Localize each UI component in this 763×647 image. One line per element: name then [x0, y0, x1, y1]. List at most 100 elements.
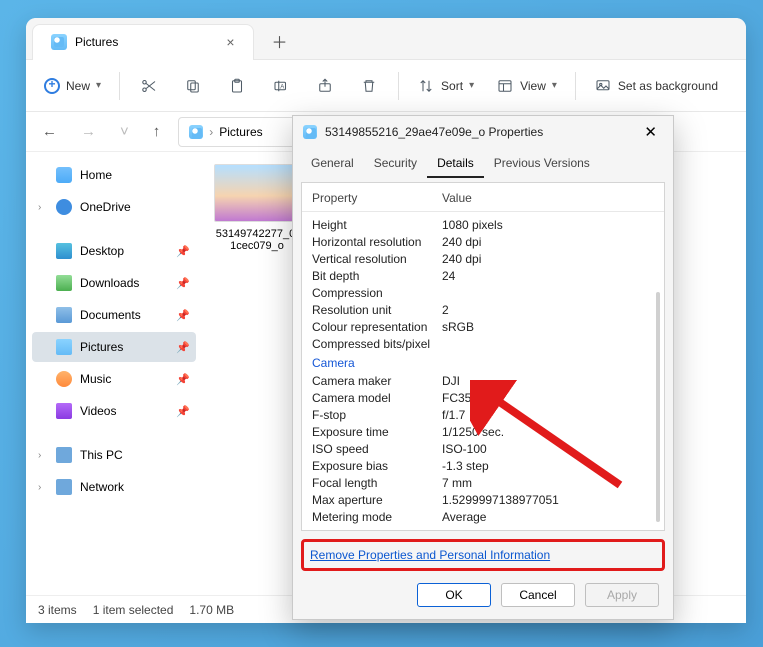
- rename-button[interactable]: A: [262, 69, 300, 103]
- status-size: 1.70 MB: [189, 603, 234, 617]
- cancel-button[interactable]: Cancel: [501, 583, 575, 607]
- prop-row: F-stopf/1.7: [312, 406, 660, 423]
- sidebar-item-onedrive[interactable]: ›OneDrive: [32, 192, 196, 222]
- background-icon: [594, 77, 612, 95]
- sidebar-item-music[interactable]: Music📌: [32, 364, 196, 394]
- prop-row: Max aperture1.5299997138977051: [312, 491, 660, 508]
- tab-previous-versions[interactable]: Previous Versions: [484, 148, 600, 178]
- close-button[interactable]: ✕: [638, 121, 663, 143]
- breadcrumb[interactable]: › Pictures: [178, 117, 298, 147]
- tab-title: Pictures: [75, 35, 118, 49]
- col-property: Property: [312, 191, 442, 205]
- sidebar-item-network[interactable]: ›Network: [32, 472, 196, 502]
- document-icon: [56, 307, 72, 323]
- up-button[interactable]: ↑: [147, 119, 167, 144]
- paste-button[interactable]: [218, 69, 256, 103]
- ok-button[interactable]: OK: [417, 583, 491, 607]
- back-button[interactable]: ←: [36, 119, 63, 144]
- computer-icon: [56, 447, 72, 463]
- dialog-header: 53149855216_29ae47e09e_o Properties ✕: [293, 116, 673, 148]
- prop-row: Colour representationsRGB: [312, 318, 660, 335]
- dialog-tabs: General Security Details Previous Versio…: [293, 148, 673, 178]
- sidebar-item-home[interactable]: Home: [32, 160, 196, 190]
- prop-row: Exposure time1/1250 sec.: [312, 423, 660, 440]
- toolbar: New ▾ A Sort ▾ View ▾ Set as background: [26, 60, 746, 112]
- breadcrumb-label: Pictures: [219, 125, 262, 139]
- new-tab-button[interactable]: ＋: [272, 29, 288, 53]
- prop-row: Bit depth24: [312, 267, 660, 284]
- status-selection: 1 item selected: [93, 603, 174, 617]
- home-icon: [56, 167, 72, 183]
- pictures-icon: [56, 339, 72, 355]
- setbg-label: Set as background: [618, 79, 718, 93]
- new-button[interactable]: New ▾: [36, 69, 109, 103]
- network-icon: [56, 479, 72, 495]
- sidebar-item-pictures[interactable]: Pictures📌: [32, 332, 196, 362]
- scrollbar[interactable]: [656, 292, 660, 522]
- sidebar-item-thispc[interactable]: ›This PC: [32, 440, 196, 470]
- prop-row: Focal length7 mm: [312, 474, 660, 491]
- tab-general[interactable]: General: [301, 148, 364, 178]
- desktop-icon: [56, 243, 72, 259]
- view-button[interactable]: View ▾: [488, 69, 565, 103]
- svg-text:A: A: [280, 84, 284, 90]
- rename-icon: A: [272, 77, 290, 95]
- status-item-count: 3 items: [38, 603, 77, 617]
- copy-button[interactable]: [174, 69, 212, 103]
- prop-row: Camera modelFC3582: [312, 389, 660, 406]
- sidebar: Home ›OneDrive Desktop📌 Downloads📌 Docum…: [26, 152, 202, 595]
- prop-row: Metering modeAverage: [312, 508, 660, 525]
- prop-row: Compression: [312, 284, 660, 301]
- apply-button[interactable]: Apply: [585, 583, 659, 607]
- dialog-buttons: OK Cancel Apply: [293, 571, 673, 619]
- sidebar-item-videos[interactable]: Videos📌: [32, 396, 196, 426]
- section-camera: Camera: [312, 352, 660, 372]
- cut-button[interactable]: [130, 69, 168, 103]
- prop-row: Horizontal resolution240 dpi: [312, 233, 660, 250]
- titlebar: Pictures × ＋: [26, 18, 746, 60]
- plus-circle-icon: [44, 78, 60, 94]
- close-tab-icon[interactable]: ×: [226, 34, 234, 50]
- chevron-down-icon: ▾: [96, 80, 101, 91]
- column-header: Property Value: [302, 183, 664, 212]
- new-label: New: [66, 79, 90, 93]
- share-button[interactable]: [306, 69, 344, 103]
- dialog-title: 53149855216_29ae47e09e_o Properties: [325, 125, 543, 139]
- properties-dialog: 53149855216_29ae47e09e_o Properties ✕ Ge…: [292, 115, 674, 620]
- prop-row: Camera makerDJI: [312, 372, 660, 389]
- sidebar-item-documents[interactable]: Documents📌: [32, 300, 196, 330]
- sidebar-item-downloads[interactable]: Downloads📌: [32, 268, 196, 298]
- chevron-down-icon: ▾: [469, 80, 474, 91]
- tab-security[interactable]: Security: [364, 148, 427, 178]
- thumbnail-image: [214, 164, 300, 222]
- scissors-icon: [140, 77, 158, 95]
- remove-properties-highlight: Remove Properties and Personal Informati…: [301, 539, 665, 571]
- set-background-button[interactable]: Set as background: [586, 69, 726, 103]
- file-name: 53149742277_0f1cec079_o: [214, 228, 300, 252]
- delete-button[interactable]: [350, 69, 388, 103]
- prop-row: Vertical resolution240 dpi: [312, 250, 660, 267]
- share-icon: [316, 77, 334, 95]
- image-icon: [303, 125, 317, 139]
- video-icon: [56, 403, 72, 419]
- active-tab[interactable]: Pictures ×: [32, 24, 254, 60]
- trash-icon: [360, 77, 378, 95]
- prop-row: Height1080 pixels: [312, 216, 660, 233]
- sort-button[interactable]: Sort ▾: [409, 69, 482, 103]
- tab-details[interactable]: Details: [427, 148, 484, 178]
- file-item[interactable]: 53149742277_0f1cec079_o: [214, 164, 300, 252]
- sidebar-item-desktop[interactable]: Desktop📌: [32, 236, 196, 266]
- prop-row: ISO speedISO-100: [312, 440, 660, 457]
- remove-properties-link[interactable]: Remove Properties and Personal Informati…: [310, 548, 550, 562]
- details-pane: Property Value Height1080 pixels Horizon…: [301, 182, 665, 531]
- sort-label: Sort: [441, 79, 463, 93]
- music-icon: [56, 371, 72, 387]
- view-icon: [496, 77, 514, 95]
- cloud-icon: [56, 199, 72, 215]
- download-icon: [56, 275, 72, 291]
- property-list[interactable]: Height1080 pixels Horizontal resolution2…: [302, 212, 664, 530]
- chevron-down-icon: ▾: [552, 80, 557, 91]
- sort-icon: [417, 77, 435, 95]
- forward-button[interactable]: →: [75, 119, 102, 144]
- col-value: Value: [442, 191, 472, 205]
